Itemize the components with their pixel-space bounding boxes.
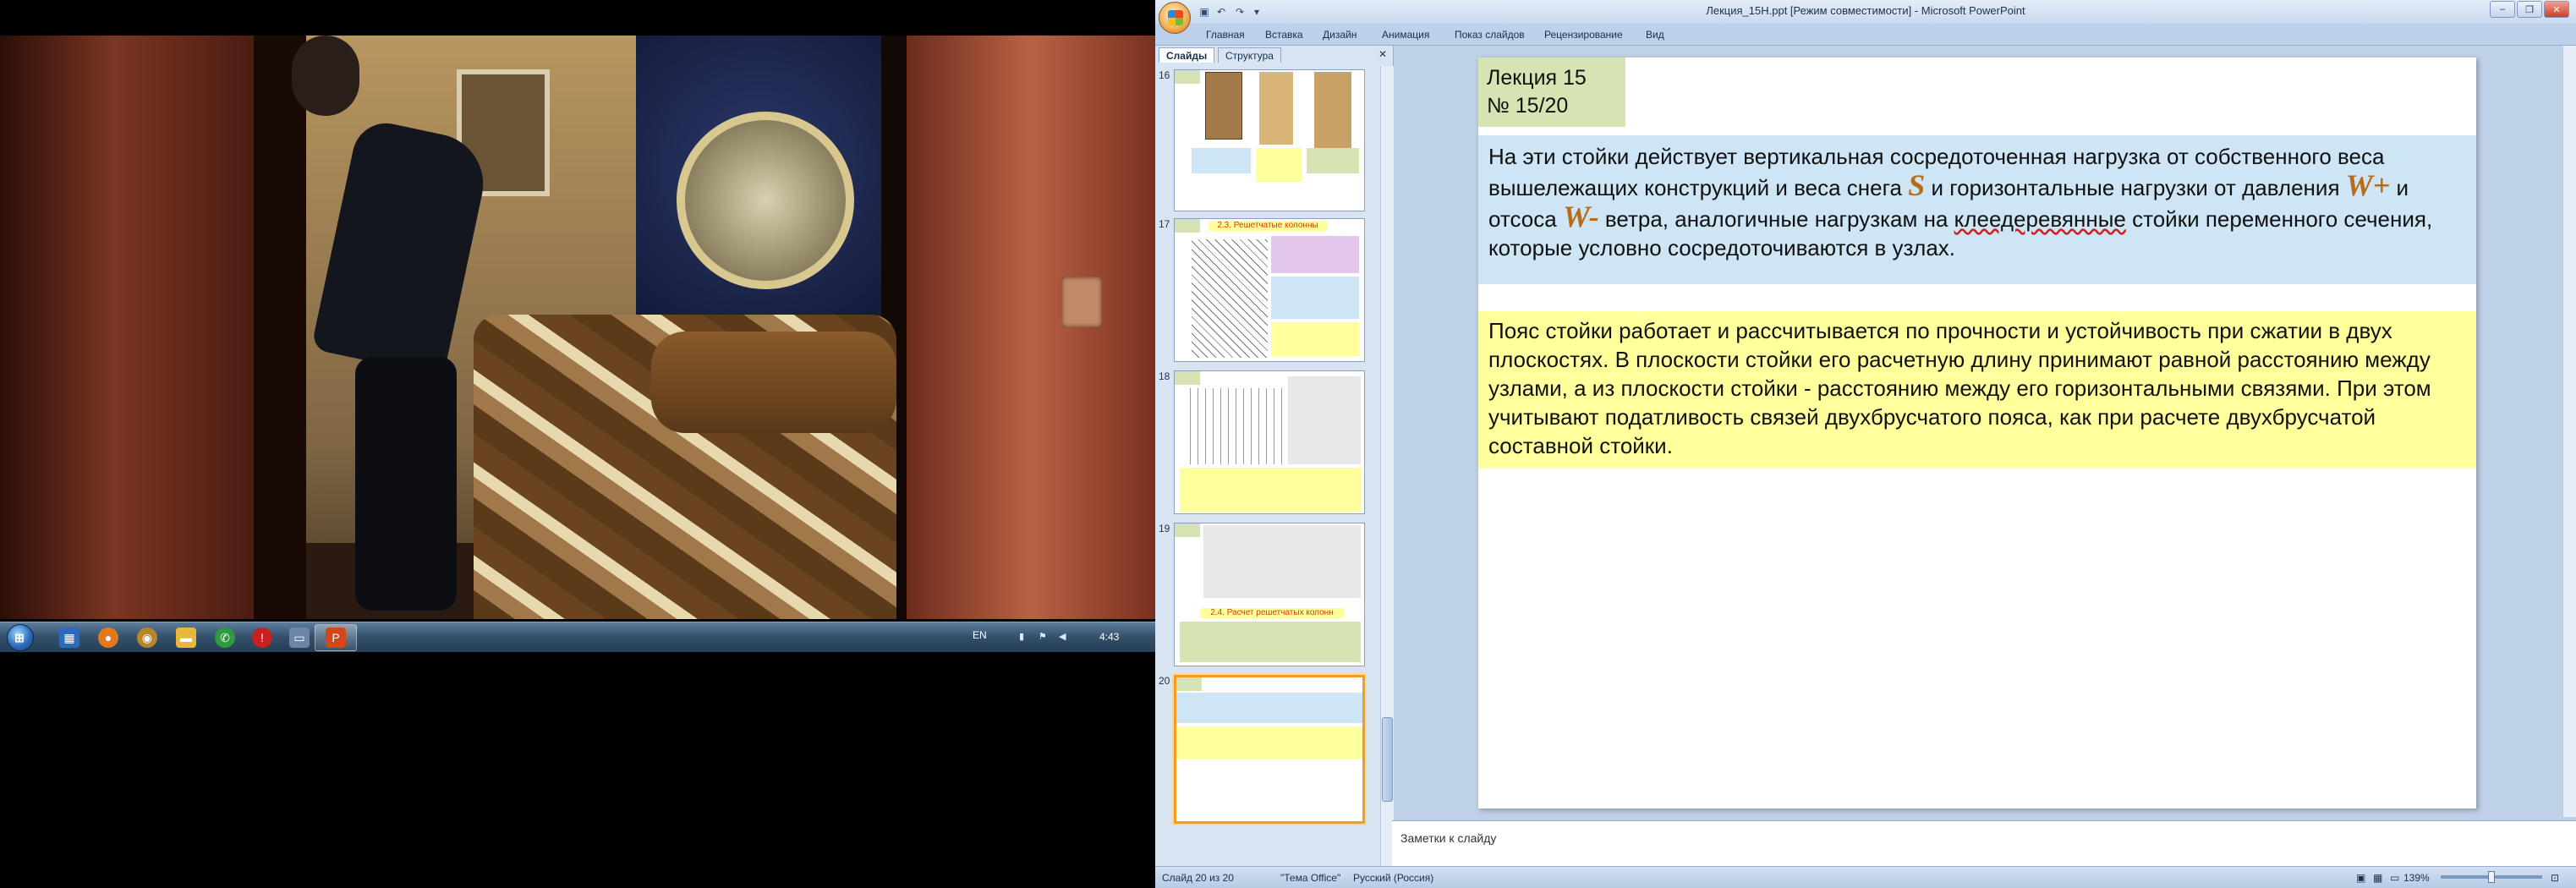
tab-insert[interactable]: Вставка: [1265, 29, 1303, 41]
office-button[interactable]: [1159, 2, 1191, 34]
folder-icon[interactable]: ▬: [176, 628, 196, 648]
media-icon[interactable]: ◉: [137, 628, 157, 648]
sofa-armrest: [651, 332, 896, 433]
thumbnails-scrollbar[interactable]: [1380, 66, 1394, 866]
para1-part: и горизонтальные нагрузки от давления: [1925, 175, 2346, 200]
tab-animation[interactable]: Анимация: [1382, 29, 1429, 41]
thumbnail-number: 17: [1159, 218, 1170, 230]
powerpoint-icon: P: [326, 628, 346, 648]
minimize-button[interactable]: –: [2490, 1, 2515, 18]
slide-thumbnail[interactable]: [1174, 370, 1365, 514]
symbol-w-plus: W+: [2345, 168, 2391, 202]
tab-design[interactable]: Дизайн: [1323, 29, 1357, 41]
scrollbar-thumb[interactable]: [1382, 717, 1393, 802]
window-title: Лекция_15Н.ppt [Режим совместимости] - M…: [1706, 4, 2025, 17]
view-normal-icon[interactable]: ▣: [2356, 872, 2365, 884]
tab-slideshow[interactable]: Показ слайдов: [1455, 29, 1525, 41]
tab-review[interactable]: Рецензирование: [1544, 29, 1623, 41]
thumbnail-caption: 2.3. Решетчатые колонны: [1209, 221, 1327, 231]
close-panel-icon[interactable]: ✕: [1378, 48, 1387, 60]
slide-thumbnail[interactable]: 2.3. Решетчатые колонны: [1174, 218, 1365, 362]
loads-paragraph[interactable]: На эти стойки действует вертикальная сос…: [1478, 135, 2476, 284]
language-status[interactable]: Русский (Россия): [1353, 872, 1433, 884]
explorer-icon[interactable]: ▦: [59, 628, 79, 648]
thumbnail-number: 20: [1159, 675, 1170, 687]
slide-scrollbar[interactable]: [2562, 46, 2576, 817]
current-slide[interactable]: Лекция 15 № 15/20 На эти стойки действуе…: [1478, 58, 2476, 809]
tab-home[interactable]: Главная: [1206, 29, 1245, 41]
close-button[interactable]: ✕: [2544, 1, 2569, 18]
slide-thumbnails: 16 17 2.3. Решетчатые колонны 18 19 2.4.…: [1155, 66, 1380, 866]
clock[interactable]: 4:43: [1099, 631, 1119, 643]
light-switch: [1061, 277, 1102, 327]
lecture-label-box[interactable]: Лекция 15 № 15/20: [1478, 58, 1625, 127]
door-frame: [254, 36, 306, 619]
fit-slide-icon[interactable]: ⊡: [2551, 872, 2559, 884]
tray-flag-icon[interactable]: ⚑: [1039, 631, 1050, 643]
title-bar: ▣ ↶ ↷ ▾ Лекция_15Н.ppt [Режим совместимо…: [1155, 0, 2576, 34]
tab-outline[interactable]: Структура: [1218, 47, 1281, 63]
lecture-title: Лекция 15: [1487, 66, 1587, 90]
status-bar: Слайд 20 из 20 "Тема Office" Русский (Ро…: [1155, 866, 2576, 888]
theme-name[interactable]: "Тема Office": [1280, 872, 1340, 884]
spellcheck-word: клеедеревянные: [1954, 206, 2126, 232]
symbol-s: S: [1908, 168, 1926, 202]
slides-panel: Слайды Структура ✕ 16 17 2.3. Решетчатые…: [1155, 46, 1394, 866]
taskbar-active-app[interactable]: P: [315, 624, 357, 651]
tapestry-medallion: [677, 112, 854, 289]
panel-tabs: Слайды Структура ✕: [1159, 47, 1390, 63]
tray-network-icon[interactable]: ▮: [1019, 631, 1031, 643]
door-left: [0, 36, 254, 619]
tab-slides[interactable]: Слайды: [1159, 47, 1215, 63]
windows-logo-icon: ⊞: [14, 631, 25, 644]
view-sorter-icon[interactable]: ▦: [2373, 872, 2382, 884]
chord-paragraph[interactable]: Пояс стойки работает и рассчитывается по…: [1478, 311, 2476, 469]
view-slideshow-icon[interactable]: ▭: [2390, 872, 2399, 884]
office-logo-icon: [1168, 10, 1183, 25]
para1-part: ветра, аналогичные нагрузкам на: [1598, 206, 1954, 232]
tray-volume-icon[interactable]: ◀: [1059, 631, 1071, 643]
ribbon-tabs: Главная Вставка Дизайн Анимация Показ сл…: [1155, 24, 2576, 46]
symbol-w-minus: W-: [1562, 200, 1599, 233]
slide-counter: Слайд 20 из 20: [1162, 872, 1234, 884]
thumbnail-number: 18: [1159, 370, 1170, 382]
person-legs: [355, 357, 457, 611]
thumbnail-number: 16: [1159, 69, 1170, 81]
video-frame: [0, 36, 1155, 619]
thumbnail-number: 19: [1159, 523, 1170, 534]
notes-placeholder: Заметки к слайду: [1400, 831, 1497, 845]
chat-icon[interactable]: ✆: [215, 628, 235, 648]
lecture-number: № 15/20: [1487, 94, 1569, 118]
language-indicator[interactable]: EN: [973, 629, 987, 641]
slide-thumbnail[interactable]: [1174, 69, 1365, 211]
zoom-slider-knob[interactable]: [2488, 871, 2495, 883]
window-icon[interactable]: ▭: [289, 628, 310, 648]
notes-pane[interactable]: Заметки к слайду: [1392, 820, 2576, 866]
person-head: [292, 36, 359, 116]
antivirus-icon[interactable]: !: [252, 628, 272, 648]
thumbnail-caption: 2.4. Расчет решетчатых колонн: [1200, 608, 1344, 618]
slide-thumbnail[interactable]: 2.4. Расчет решетчатых колонн: [1174, 523, 1365, 666]
tab-view[interactable]: Вид: [1646, 29, 1664, 41]
firefox-icon[interactable]: ●: [98, 628, 118, 648]
wall-right: [907, 36, 1155, 619]
zoom-level[interactable]: 139%: [2403, 872, 2430, 884]
start-button[interactable]: ⊞: [7, 624, 34, 651]
taskbar: ⊞ ▦ ● ◉ ▬ ✆ ! ▭ P EN ▮ ⚑ ◀ 4:43: [0, 622, 1155, 652]
restore-button[interactable]: ❐: [2517, 1, 2542, 18]
video-player[interactable]: [0, 0, 1155, 622]
slide-thumbnail-current[interactable]: [1174, 675, 1365, 824]
